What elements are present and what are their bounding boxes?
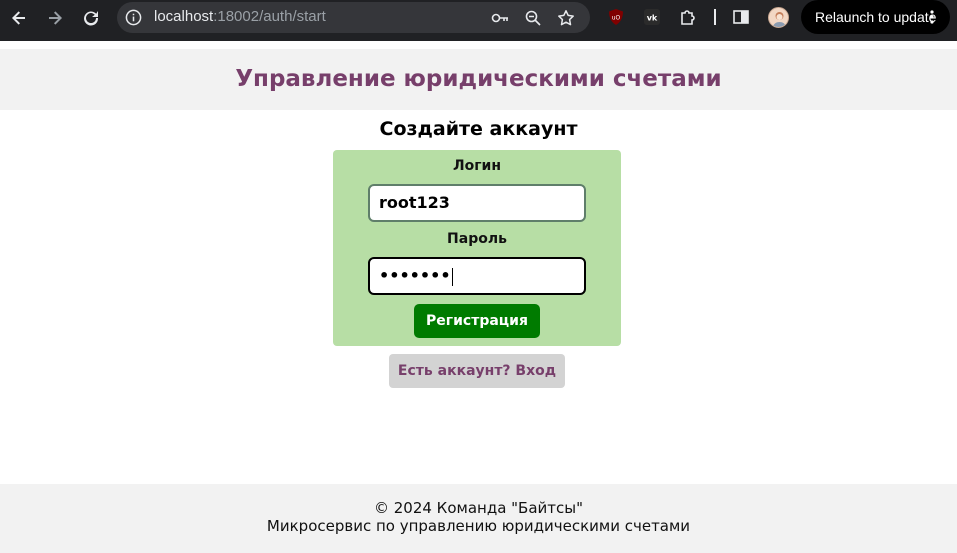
relaunch-button[interactable]: Relaunch to update <box>801 0 950 34</box>
toolbar-separator <box>714 9 716 25</box>
site-title: Управление юридическими счетами <box>235 66 722 92</box>
ublock-icon[interactable]: uO <box>607 8 625 26</box>
relaunch-label: Relaunch to update <box>815 9 937 25</box>
text-caret <box>451 267 453 286</box>
password-label: Пароль <box>447 231 507 247</box>
forward-icon[interactable] <box>43 6 67 30</box>
svg-text:uO: uO <box>612 15 621 22</box>
address-bar[interactable]: localhost:18002/auth/start <box>117 2 590 33</box>
form-heading: Создайте аккаунт <box>379 118 578 140</box>
password-input[interactable]: ••••••• <box>368 257 586 295</box>
login-value: root123 <box>379 193 450 212</box>
password-value: ••••••• <box>379 266 451 285</box>
zoom-icon[interactable] <box>524 9 542 27</box>
more-icon[interactable] <box>924 9 940 25</box>
reload-icon[interactable] <box>79 6 103 30</box>
login-link-button[interactable]: Есть аккаунт? Вход <box>389 354 565 388</box>
url-text[interactable]: localhost:18002/auth/start <box>154 8 326 25</box>
extensions-icon[interactable] <box>679 8 697 26</box>
footer-description: Микросервис по управлению юридическими с… <box>266 517 691 535</box>
side-panel-icon[interactable] <box>732 8 750 26</box>
back-icon[interactable] <box>7 6 31 30</box>
login-label: Логин <box>452 158 502 174</box>
key-icon[interactable] <box>491 9 509 27</box>
site-header: Управление юридическими счетами <box>0 49 957 110</box>
avatar[interactable] <box>768 7 789 28</box>
svg-text:vk: vk <box>647 14 658 23</box>
site-footer: © 2024 Команда "Байтсы" Микросервис по у… <box>0 484 957 553</box>
footer-copyright: © 2024 Команда "Байтсы" <box>373 499 584 517</box>
browser-toolbar: localhost:18002/auth/start uO vk Relaunc… <box>0 0 957 41</box>
login-input[interactable]: root123 <box>368 184 586 222</box>
site-info-icon[interactable] <box>125 9 142 26</box>
registration-form: Логин root123 Пароль ••••••• Регистрация <box>333 150 621 346</box>
star-icon[interactable] <box>557 9 575 27</box>
register-button[interactable]: Регистрация <box>414 304 540 338</box>
vk-icon[interactable]: vk <box>643 8 661 26</box>
